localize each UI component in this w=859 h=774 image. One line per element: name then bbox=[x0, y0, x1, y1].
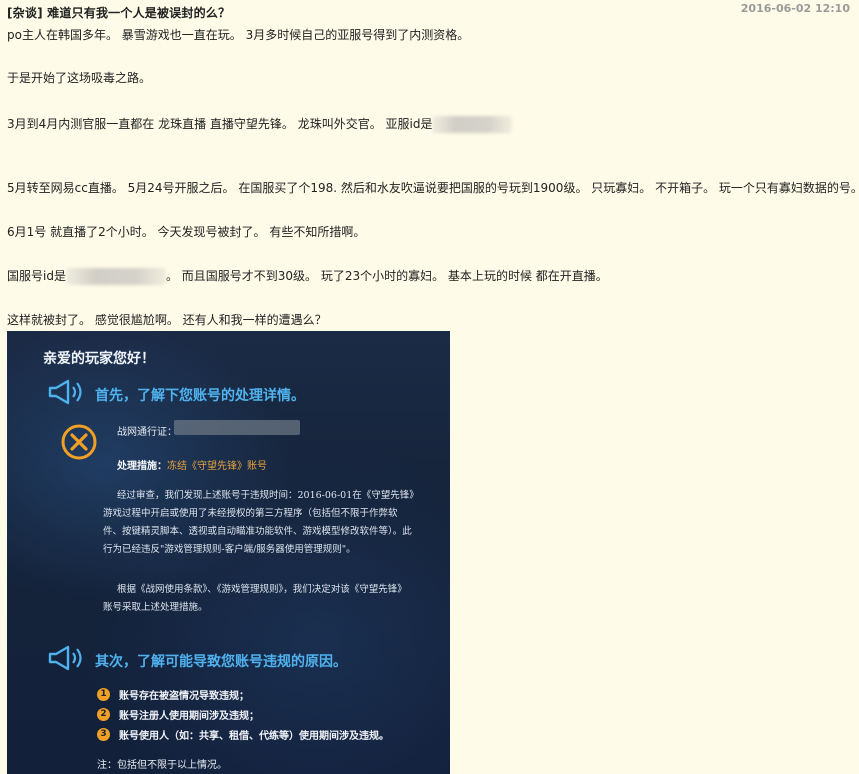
redacted-asia-id bbox=[432, 116, 513, 133]
account-label: 战网通行证： bbox=[117, 427, 177, 438]
post-tag[interactable]: [杂谈] bbox=[7, 6, 43, 20]
post-date: 2016-06-02 12:10 bbox=[740, 2, 850, 15]
redacted-account-field bbox=[174, 420, 300, 435]
body-line: po主人在韩国多年。 暴雪游戏也一直在玩。 3月多时候自己的亚服号得到了内测资格… bbox=[7, 28, 470, 42]
notice-footnote: 注：包括但不限于以上情况。 bbox=[97, 760, 227, 771]
reason-item: 账号存在被盗情况导致违规； bbox=[119, 691, 249, 702]
notice-paragraph: 经过审查，我们发现上述账号于违规时间：2016-06-01在《守望先锋》游戏过程… bbox=[103, 490, 415, 555]
body-line: 这样就被封了。 感觉很尴尬啊。 还有人和我一样的遭遇么？ bbox=[7, 313, 327, 327]
body-line: 6月1号 就直播了2个小时。 今天发现号被封了。 有些不知所措啊。 bbox=[7, 225, 366, 239]
post-title[interactable]: [杂谈] 难道只有我一个人是被误封的么？ bbox=[7, 6, 230, 20]
body-line-text: 。 而且国服号才不到30级。 玩了23个小时的寡妇。 基本上玩的时候 都在开直播… bbox=[165, 269, 608, 283]
megaphone-icon bbox=[48, 645, 82, 671]
measure-value: 冻结《守望先锋》账号 bbox=[167, 461, 267, 472]
ban-notice-image[interactable]: 亲爱的玩家您好！ 首先，了解下您账号的处理详情。 战网通行证： 处理措施：冻结《… bbox=[7, 331, 450, 774]
reason-item: 账号注册人使用期间涉及违规； bbox=[119, 711, 259, 722]
body-line: 5月转至网易cc直播。 5月24号开服之后。 在国服买了个198. 然后和水友吹… bbox=[7, 181, 859, 195]
redacted-cn-id bbox=[65, 268, 166, 285]
measure-row: 处理措施：冻结《守望先锋》账号 bbox=[117, 457, 267, 472]
body-line-cn-id: 国服号id是 。 而且国服号才不到30级。 玩了23个小时的寡妇。 基本上玩的时候… bbox=[7, 266, 608, 286]
notice-paragraph: 根据《战网使用条款》、《游戏管理规则》，我们决定对该《守望先锋》账号采取上述处理… bbox=[103, 584, 407, 613]
body-line-text: 3月到4月内测官服一直都在 龙珠直播 直播守望先锋。 龙珠叫外交官。 亚服id是 bbox=[7, 117, 433, 131]
reason-number-badge: 2 bbox=[97, 708, 110, 721]
megaphone-icon bbox=[48, 379, 82, 405]
body-line: 于是开始了这场吸毒之路。 bbox=[7, 71, 152, 85]
close-circle-icon bbox=[61, 424, 97, 460]
post-header: [杂谈] 难道只有我一个人是被误封的么？ 2016-06-02 12:10 bbox=[7, 2, 852, 20]
section1-title: 首先，了解下您账号的处理详情。 bbox=[95, 388, 305, 404]
reason-item: 账号使用人（如：共享、租借、代练等）使用期间涉及违规。 bbox=[119, 731, 389, 742]
body-line-asia-id: 3月到4月内测官服一直都在 龙珠直播 直播守望先锋。 龙珠叫外交官。 亚服id是 bbox=[7, 114, 513, 134]
reason-number-badge: 3 bbox=[97, 728, 110, 741]
measure-label: 处理措施： bbox=[117, 461, 167, 472]
post-title-text[interactable]: 难道只有我一个人是被误封的么？ bbox=[47, 6, 230, 20]
section2-title: 其次，了解可能导致您账号违规的原因。 bbox=[95, 654, 347, 670]
notice-greeting: 亲爱的玩家您好！ bbox=[43, 351, 155, 367]
body-line-text: 国服号id是 bbox=[7, 269, 66, 283]
reason-number-badge: 1 bbox=[97, 688, 110, 701]
